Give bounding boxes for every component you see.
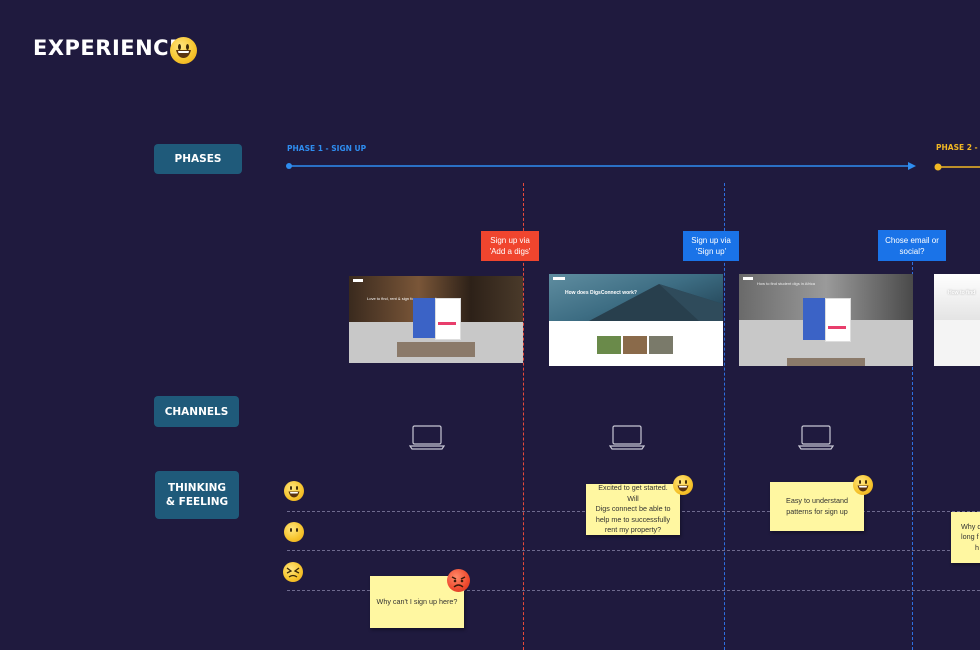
sticky-text: patterns for sign up: [786, 506, 848, 516]
angry-face-icon: [283, 562, 303, 582]
screenshot-sign-up: How does DigsConnect work?: [549, 274, 723, 366]
grinning-face-icon: [284, 481, 304, 501]
sticky-text: Why d: [961, 521, 980, 531]
screen-hero-text: How to find student digs in Africa: [757, 281, 816, 286]
grinning-face-icon: [673, 475, 693, 495]
step-tag-line: Sign up via: [490, 236, 530, 245]
step-tag-sign-up: Sign up via 'Sign up': [683, 231, 739, 261]
sticky-text: rent my property?: [604, 525, 662, 535]
neutral-face-icon: [284, 522, 304, 542]
laptop-icon: [409, 425, 445, 450]
angry-face-icon: [447, 569, 470, 592]
step-tag-add-digs: Sign up via 'Add a digs': [481, 231, 539, 261]
phase-1-arrow: [286, 162, 916, 170]
step-tag-line: social?: [899, 246, 925, 256]
phase-2-arrow: [934, 163, 980, 171]
sticky-text: long f: [961, 532, 979, 542]
step-tag-line: 'Sign up': [695, 247, 727, 256]
page-title: EXPERIENCE: [33, 36, 184, 60]
sticky-note-partial: Why d long f h: [951, 512, 980, 563]
row-label-feeling: & FEELING: [165, 496, 229, 508]
grinning-face-icon: [170, 37, 197, 64]
screen-hero-text: How does DigsConnect work?: [565, 290, 637, 296]
phase-2-label: PHASE 2 - C: [936, 143, 980, 152]
sticky-text: Easy to understand: [786, 496, 848, 505]
screenshot-email-social: How to find student digs in Africa: [739, 274, 913, 366]
laptop-icon: [798, 425, 834, 450]
sticky-text: help me to successfully: [595, 514, 671, 524]
row-label-channels: CHANNELS: [154, 396, 239, 427]
sticky-note: Excited to get started. Will Digs connec…: [586, 483, 680, 535]
emotion-line-neutral: [287, 550, 980, 551]
screenshot-add-digs: Love to find, rent & sign for your new p…: [349, 276, 523, 363]
screenshot-partial: How to find: [934, 274, 980, 366]
sticky-text: Excited to get started. Will: [598, 483, 668, 503]
row-label-phases: PHASES: [154, 144, 242, 174]
step-tag-line: Chose email or: [885, 235, 939, 245]
screen-hero-text: How to find: [948, 290, 976, 296]
sticky-text: Why can't I sign up here?: [376, 596, 458, 606]
laptop-icon: [609, 425, 645, 450]
grinning-face-icon: [853, 475, 873, 495]
step-tag-line: Sign up via: [691, 236, 731, 245]
step-tag-line: 'Add a digs': [489, 247, 531, 256]
step-tag-email-social: Chose email or social?: [878, 230, 946, 261]
phase-1-label: PHASE 1 - SIGN UP: [287, 144, 367, 153]
sticky-note: Easy to understand patterns for sign up: [770, 482, 864, 531]
sticky-text: Digs connect be able to: [595, 504, 671, 514]
row-label-thinking: THINKING: [167, 482, 227, 494]
sticky-text: h: [975, 542, 979, 552]
row-label-thinking-feeling: THINKING & FEELING: [155, 471, 239, 519]
